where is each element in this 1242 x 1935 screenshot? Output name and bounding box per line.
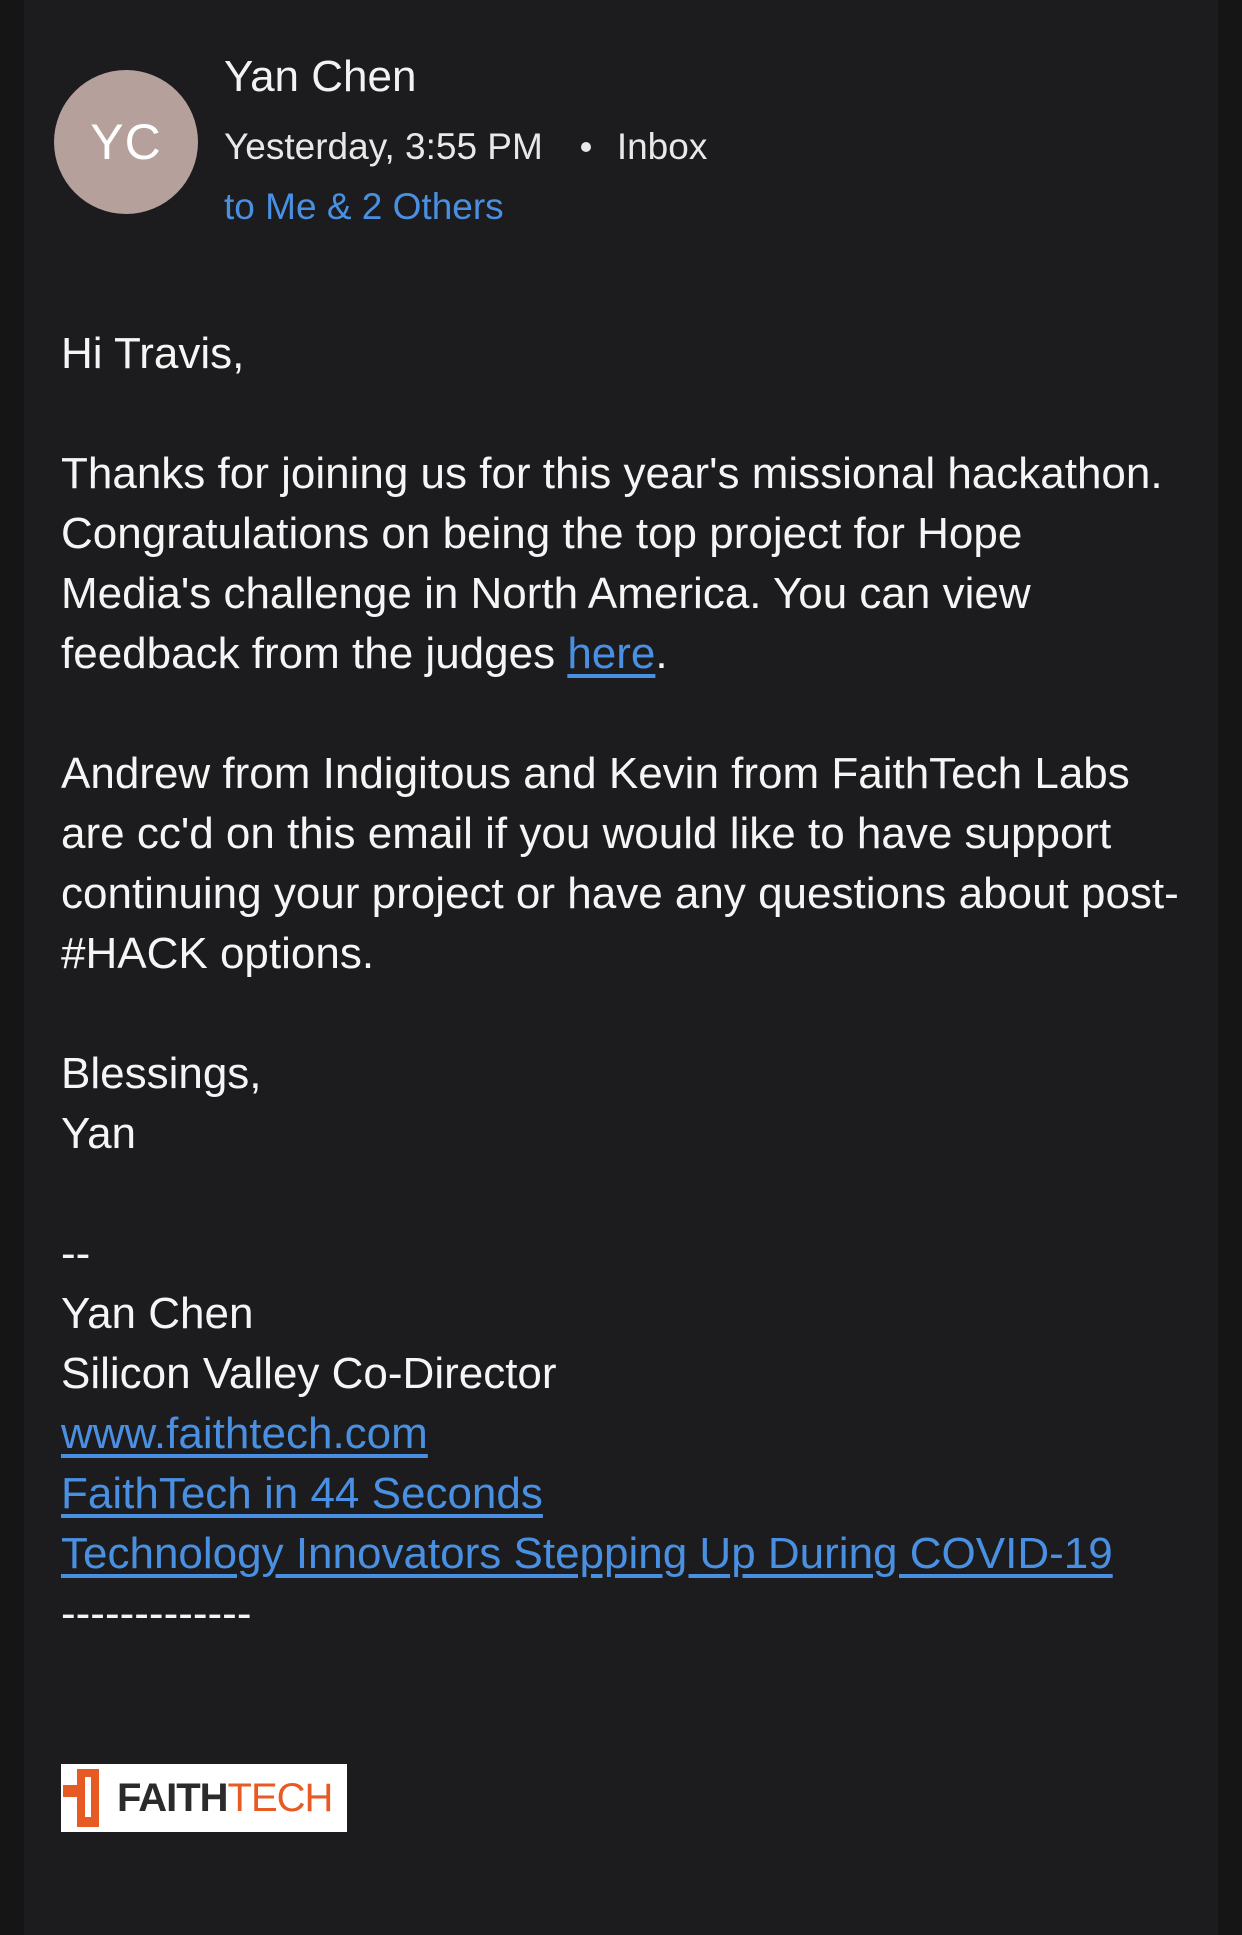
paragraph-1-end: . — [655, 629, 668, 678]
logo-text-tech: TECH — [227, 1775, 334, 1820]
faithtech-logo: FAITHTECH — [61, 1764, 347, 1832]
signature-name: Yan Chen — [61, 1289, 254, 1338]
paragraph-2: Andrew from Indigitous and Kevin from Fa… — [61, 749, 1179, 978]
article-link[interactable]: Technology Innovators Stepping Up During… — [61, 1529, 1113, 1578]
paragraph-1: Thanks for joining us for this year's mi… — [61, 444, 1181, 684]
sender-avatar[interactable]: YC — [54, 70, 198, 214]
video-link[interactable]: FaithTech in 44 Seconds — [61, 1469, 543, 1518]
website-link[interactable]: www.faithtech.com — [61, 1409, 428, 1458]
logo-text-faith: FAITH — [117, 1775, 229, 1820]
feedback-link[interactable]: here — [567, 629, 655, 678]
faithtech-mark-icon — [63, 1769, 109, 1827]
email-meta: Yesterday, 3:55 PM Inbox — [224, 126, 707, 168]
sender-name[interactable]: Yan Chen — [224, 52, 416, 102]
folder-label: Inbox — [616, 126, 708, 167]
recipients-toggle[interactable]: to Me & 2 Others — [224, 186, 504, 228]
logo-wordmark: FAITHTECH — [117, 1775, 334, 1821]
signature-separator: -- — [61, 1229, 91, 1278]
closing: Blessings, — [61, 1049, 262, 1098]
closing-name: Yan — [61, 1109, 137, 1158]
greeting: Hi Travis, — [61, 329, 245, 378]
signature-title: Silicon Valley Co-Director — [61, 1349, 557, 1398]
email-body: Hi Travis, Thanks for joining us for thi… — [61, 324, 1181, 1644]
signature-divider: ------------- — [61, 1589, 252, 1638]
timestamp: Yesterday, 3:55 PM — [224, 126, 543, 167]
separator-dot-icon — [580, 142, 591, 152]
